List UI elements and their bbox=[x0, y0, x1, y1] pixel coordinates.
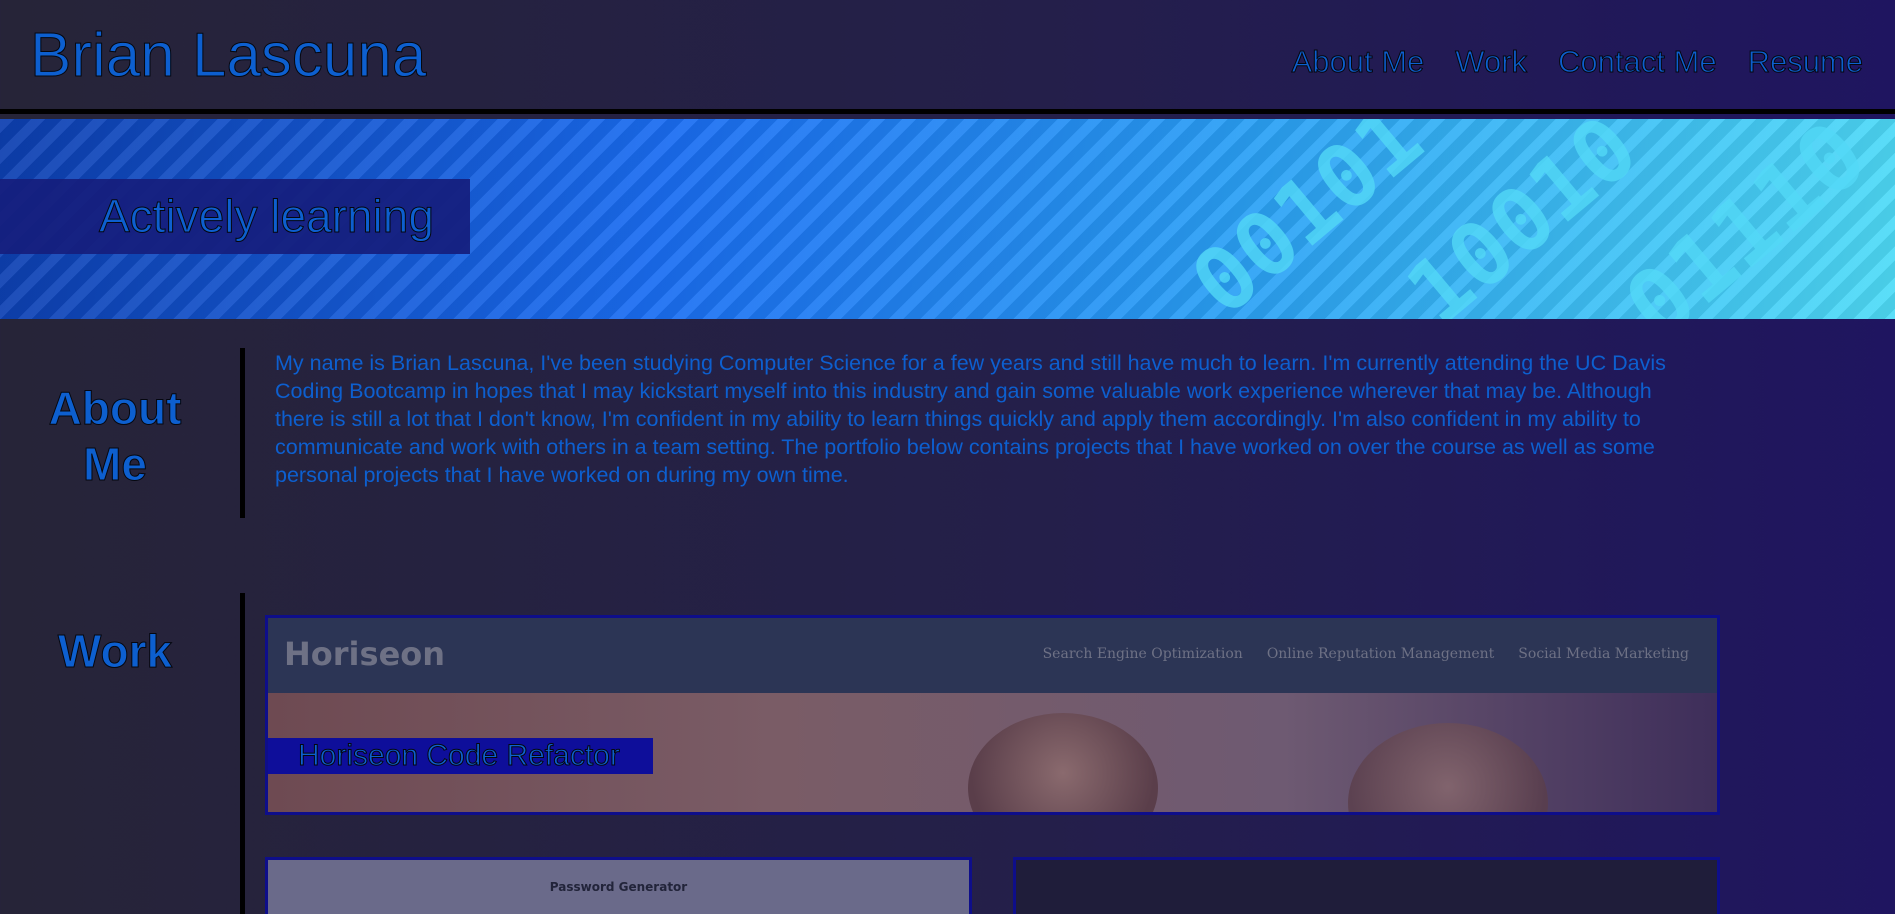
hero-tagline: Actively learning bbox=[99, 190, 435, 243]
project-preview-link-orm: Online Reputation Management bbox=[1266, 646, 1495, 662]
site-title: Brian Lascuna bbox=[29, 21, 427, 91]
project-preview-person-image bbox=[968, 713, 1158, 812]
hero-banner: 00101 10010 01110 Actively learning bbox=[0, 119, 1895, 319]
about-me-text: My name is Brian Lascuna, I've been stud… bbox=[275, 351, 1666, 487]
about-me-heading: About Me bbox=[48, 382, 182, 491]
nav-resume-link[interactable]: Resume bbox=[1747, 42, 1863, 82]
work-divider bbox=[240, 593, 245, 914]
project-preview-link-seo: Search Engine Optimization bbox=[1042, 646, 1243, 662]
work-heading: Work bbox=[57, 625, 173, 678]
site-header: Brian Lascuna About Me Work Contact Me R… bbox=[0, 0, 1895, 114]
project-card-dark[interactable] bbox=[1013, 857, 1720, 914]
project-preview-person-image-2 bbox=[1348, 723, 1548, 812]
binary-text-3: 01110 bbox=[1605, 119, 1886, 319]
project-brand: Horiseon bbox=[284, 635, 446, 673]
project-preview-links: Search Engine Optimization Online Reputa… bbox=[1043, 646, 1689, 662]
project-preview-link-smm: Social Media Marketing bbox=[1518, 646, 1689, 662]
project-card-password-generator[interactable]: Password Generator bbox=[265, 857, 972, 914]
password-generator-title: Password Generator bbox=[549, 880, 688, 894]
nav-work-link[interactable]: Work bbox=[1455, 42, 1528, 82]
nav-about-me-link[interactable]: About Me bbox=[1291, 42, 1425, 82]
project-preview-header: Horiseon Search Engine Optimization Onli… bbox=[268, 618, 1717, 693]
about-divider bbox=[240, 348, 245, 518]
main-nav: About Me Work Contact Me Resume bbox=[1291, 42, 1863, 82]
binary-text-1: 00101 bbox=[1172, 119, 1441, 319]
nav-contact-me-link[interactable]: Contact Me bbox=[1558, 42, 1718, 82]
project-card-horiseon[interactable]: Horiseon Search Engine Optimization Onli… bbox=[265, 615, 1720, 815]
project-caption[interactable]: Horiseon Code Refactor bbox=[298, 738, 621, 774]
